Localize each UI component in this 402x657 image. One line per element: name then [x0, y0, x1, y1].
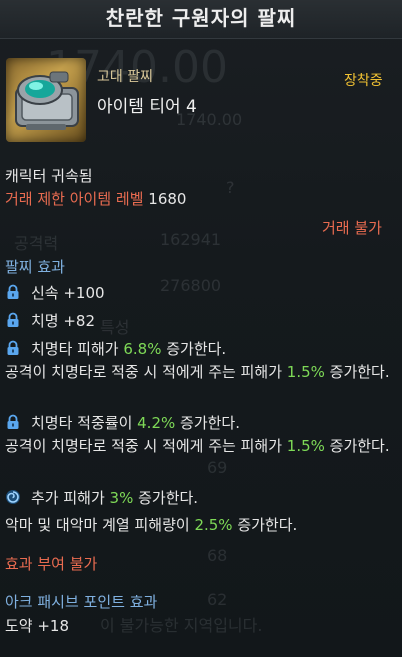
- bound-status: 캐릭터 귀속됨: [5, 167, 93, 185]
- item-tooltip: 1740.00 1740.00 ? 공격력 162941 276800 특성 6…: [0, 0, 402, 657]
- background-stat-text: 공격력: [14, 234, 59, 253]
- effect-value: 3%: [109, 489, 134, 507]
- equipped-status: 장착중: [344, 73, 383, 89]
- effect-stat-swiftness: 신속 +100: [31, 284, 105, 302]
- trade-limit-value: 1680: [148, 190, 187, 208]
- effect-stat-crit: 치명 +82: [31, 312, 96, 330]
- effect-text: 증가한다.: [175, 414, 240, 432]
- effect-row: 치명타 피해가 6.8% 증가한다.: [5, 338, 226, 359]
- background-stat-text: 162941: [160, 230, 222, 249]
- lock-icon: [7, 414, 19, 429]
- effect-text: 증가한다.: [133, 489, 199, 507]
- background-stat-text: 69: [207, 458, 228, 477]
- item-name: 찬란한 구원자의 팔찌: [105, 6, 297, 30]
- arc-passive-header: 아크 패시브 포인트 효과: [5, 593, 158, 611]
- trade-limit: 거래 제한 아이템 레벨 1680: [5, 188, 186, 209]
- arc-passive-value: 도약 +18: [5, 617, 70, 635]
- background-stat-text: 특성: [100, 318, 130, 337]
- effect-text: 치명타 적중률이: [31, 414, 138, 432]
- effect-value: 6.8%: [123, 340, 162, 358]
- effect-value: 2.5%: [194, 516, 233, 534]
- lock-icon: [7, 312, 19, 327]
- item-grade: 고대 팔찌: [97, 69, 153, 85]
- effect-text: 치명타 피해가: [31, 340, 124, 358]
- background-stat-text: 68: [207, 546, 228, 565]
- effect-row: 치명 +82: [5, 310, 95, 331]
- effect-text: 증가한다.: [324, 437, 390, 455]
- effect-row: 치명타 적중률이 4.2% 증가한다.: [5, 412, 240, 433]
- trade-limit-label: 거래 제한 아이템 레벨: [5, 190, 144, 208]
- effect-value: 1.5%: [286, 363, 325, 381]
- background-stat-text: 276800: [160, 276, 222, 295]
- no-effect-notice: 효과 부여 불가: [5, 555, 98, 573]
- bracelet-effects-header: 팔찌 효과: [5, 258, 65, 276]
- tooltip-header: 찬란한 구원자의 팔찌: [0, 0, 402, 39]
- effect-value: 1.5%: [286, 437, 325, 455]
- swirl-icon: [6, 490, 20, 504]
- background-stat-text: 62: [207, 590, 228, 609]
- lock-icon: [7, 340, 19, 355]
- effect-text: 공격이 치명타로 적중 시 적에게 주는 피해가: [5, 363, 287, 381]
- effect-text: 공격이 치명타로 적중 시 적에게 주는 피해가: [5, 437, 287, 455]
- lock-icon: [7, 284, 19, 299]
- effect-text: 악마 및 대악마 계열 피해량이: [5, 516, 195, 534]
- trade-status: 거래 불가: [322, 219, 382, 237]
- effect-text: 증가한다.: [324, 363, 390, 381]
- effect-row: 추가 피해가 3% 증가한다.: [5, 487, 198, 508]
- effect-value: 4.2%: [137, 414, 176, 432]
- item-tier: 아이템 티어 4: [97, 97, 197, 117]
- effect-sub-text: 공격이 치명타로 적중 시 적에게 주는 피해가 1.5% 증가한다.: [5, 435, 395, 458]
- bracelet-item-icon: [6, 58, 86, 142]
- effect-text: 추가 피해가: [31, 489, 110, 507]
- background-stat-text: 이 불가능한 지역입니다.: [100, 616, 263, 635]
- effect-row: 신속 +100: [5, 282, 105, 303]
- background-stat-text: ?: [226, 178, 235, 197]
- effect-text: 증가한다.: [232, 516, 298, 534]
- effect-text: 증가한다.: [161, 340, 227, 358]
- effect-row: 악마 및 대악마 계열 피해량이 2.5% 증가한다.: [5, 514, 297, 535]
- effect-sub-text: 공격이 치명타로 적중 시 적에게 주는 피해가 1.5% 증가한다.: [5, 361, 395, 384]
